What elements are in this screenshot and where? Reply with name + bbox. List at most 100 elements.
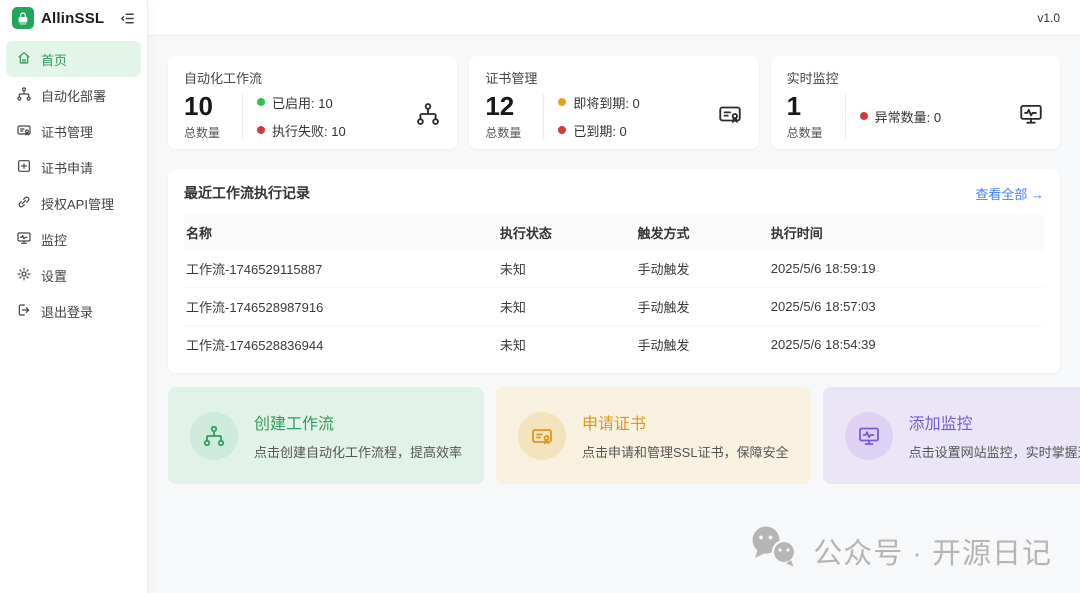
sidebar-item-label: 证书管理 xyxy=(41,122,93,141)
sidebar-menu: 首页 自动化部署 证书管理 xyxy=(0,36,147,334)
quick-actions-row: 创建工作流 点击创建自动化工作流程，提高效率 申请证书 点击申请和管理SSL证书… xyxy=(168,387,1060,484)
sidebar-item-home[interactable]: 首页 xyxy=(6,41,141,77)
sidebar-item-cert-apply[interactable]: 证书申请 xyxy=(6,149,141,185)
action-desc: 点击设置网站监控，实时掌握运行状态 xyxy=(909,442,1080,461)
monitor-icon xyxy=(1018,101,1044,132)
cell-trigger-type: 手动触发 xyxy=(635,288,768,326)
status-dot-red xyxy=(257,126,265,134)
stat-abnormal: 异常数量: 0 xyxy=(860,107,941,126)
dashboard-main: 自动化工作流 10 总数量 已启用: 10 执行失败 xyxy=(148,36,1080,593)
sidebar-collapse-icon[interactable] xyxy=(117,8,137,28)
stat-card-monitoring: 实时监控 1 总数量 异常数量: 0 xyxy=(771,56,1060,149)
recent-records-card: 最近工作流执行记录 查看全部 → 名称 执行状态 触发方式 执行时间 工作流-1… xyxy=(168,169,1060,373)
wechat-icon xyxy=(750,525,800,577)
cell-workflow-name: 工作流-1746529115887 xyxy=(184,250,498,288)
sidebar-item-api-auth[interactable]: 授权API管理 xyxy=(6,185,141,221)
watermark-text: 公众号 · 开源日记 xyxy=(813,530,1052,572)
certificate-add-icon xyxy=(16,158,32,177)
logo-row: AllinSSL xyxy=(0,0,147,36)
status-dot-red xyxy=(558,126,566,134)
monitor-icon xyxy=(845,412,893,460)
stat-total-label: 总数量 xyxy=(787,124,831,141)
divider xyxy=(845,94,846,139)
table-row[interactable]: 工作流-1746528836944 未知 手动触发 2025/5/6 18:54… xyxy=(184,326,1044,364)
stat-expiring: 即将到期: 0 xyxy=(558,93,639,112)
cell-trigger-type: 手动触发 xyxy=(635,250,768,288)
certificate-icon xyxy=(518,412,566,460)
stat-card-workflows: 自动化工作流 10 总数量 已启用: 10 执行失败 xyxy=(168,56,457,149)
settings-gear-icon xyxy=(16,266,32,285)
sidebar-item-monitor[interactable]: 监控 xyxy=(6,221,141,257)
stat-total-value: 1 xyxy=(787,92,831,121)
divider xyxy=(242,94,243,139)
create-workflow-card[interactable]: 创建工作流 点击创建自动化工作流程，提高效率 xyxy=(168,387,484,484)
stat-item-label: 即将到期: 0 xyxy=(573,93,639,112)
table-row[interactable]: 工作流-1746528987916 未知 手动触发 2025/5/6 18:57… xyxy=(184,288,1044,326)
stat-enabled: 已启用: 10 xyxy=(257,93,346,112)
column-header-name: 名称 xyxy=(184,215,498,250)
action-title: 添加监控 xyxy=(909,410,1080,434)
sidebar: AllinSSL 首页 自动化部署 xyxy=(0,0,148,593)
cell-trigger-type: 手动触发 xyxy=(635,326,768,364)
logout-icon xyxy=(16,302,32,321)
stat-title: 实时监控 xyxy=(787,68,1044,87)
column-header-trigger: 触发方式 xyxy=(635,215,768,250)
sidebar-item-label: 监控 xyxy=(41,230,67,249)
workflow-icon xyxy=(190,412,238,460)
sidebar-item-auto-deploy[interactable]: 自动化部署 xyxy=(6,77,141,113)
view-all-link[interactable]: 查看全部 → xyxy=(975,184,1044,203)
records-table: 名称 执行状态 触发方式 执行时间 工作流-1746529115887 未知 手… xyxy=(184,215,1044,363)
apply-certificate-card[interactable]: 申请证书 点击申请和管理SSL证书，保障安全 xyxy=(496,387,811,484)
cell-exec-status: 未知 xyxy=(498,288,636,326)
table-row[interactable]: 工作流-1746529115887 未知 手动触发 2025/5/6 18:59… xyxy=(184,250,1044,288)
action-desc: 点击申请和管理SSL证书，保障安全 xyxy=(582,442,789,461)
sidebar-item-logout[interactable]: 退出登录 xyxy=(6,293,141,329)
stats-row: 自动化工作流 10 总数量 已启用: 10 执行失败 xyxy=(168,56,1060,149)
stat-item-label: 异常数量: 0 xyxy=(875,107,941,126)
cell-exec-status: 未知 xyxy=(498,326,636,364)
table-header-row: 名称 执行状态 触发方式 执行时间 xyxy=(184,215,1044,250)
home-icon xyxy=(16,50,32,69)
column-header-time: 执行时间 xyxy=(769,215,1044,250)
stat-title: 自动化工作流 xyxy=(184,68,441,87)
stat-total-label: 总数量 xyxy=(184,124,228,141)
records-title: 最近工作流执行记录 xyxy=(184,183,310,203)
app-logo-lock-icon xyxy=(12,7,34,29)
sidebar-item-label: 自动化部署 xyxy=(41,86,106,105)
stat-total-value: 12 xyxy=(485,92,529,121)
stat-item-label: 已启用: 10 xyxy=(272,93,333,112)
stat-title: 证书管理 xyxy=(485,68,742,87)
sidebar-item-label: 授权API管理 xyxy=(41,194,114,213)
cell-workflow-name: 工作流-1746528987916 xyxy=(184,288,498,326)
cell-exec-time: 2025/5/6 18:59:19 xyxy=(769,250,1044,288)
stat-total-value: 10 xyxy=(184,92,228,121)
cell-exec-status: 未知 xyxy=(498,250,636,288)
add-monitor-card[interactable]: 添加监控 点击设置网站监控，实时掌握运行状态 xyxy=(823,387,1080,484)
sidebar-item-cert-manage[interactable]: 证书管理 xyxy=(6,113,141,149)
action-title: 申请证书 xyxy=(582,410,789,434)
stat-card-certificates: 证书管理 12 总数量 即将到期: 0 已到期: 0 xyxy=(469,56,758,149)
status-dot-red xyxy=(860,112,868,120)
app-version: v1.0 xyxy=(1037,11,1060,25)
workflow-icon xyxy=(16,86,32,105)
stat-expired: 已到期: 0 xyxy=(558,121,639,140)
action-title: 创建工作流 xyxy=(254,410,462,434)
sidebar-item-settings[interactable]: 设置 xyxy=(6,257,141,293)
column-header-status: 执行状态 xyxy=(498,215,636,250)
stat-total-label: 总数量 xyxy=(485,124,529,141)
workflow-icon xyxy=(415,101,441,132)
sidebar-item-label: 退出登录 xyxy=(41,302,93,321)
stat-item-label: 已到期: 0 xyxy=(573,121,626,140)
divider xyxy=(543,94,544,139)
api-link-icon xyxy=(16,194,32,213)
watermark: 公众号 · 开源日记 xyxy=(750,525,1052,577)
certificate-icon xyxy=(717,101,743,132)
cell-exec-time: 2025/5/6 18:54:39 xyxy=(769,326,1044,364)
stat-item-label: 执行失败: 10 xyxy=(272,121,346,140)
app-name: AllinSSL xyxy=(41,10,104,27)
top-header: v1.0 xyxy=(148,0,1080,36)
cell-workflow-name: 工作流-1746528836944 xyxy=(184,326,498,364)
cell-exec-time: 2025/5/6 18:57:03 xyxy=(769,288,1044,326)
action-desc: 点击创建自动化工作流程，提高效率 xyxy=(254,442,462,461)
monitor-icon xyxy=(16,230,32,249)
